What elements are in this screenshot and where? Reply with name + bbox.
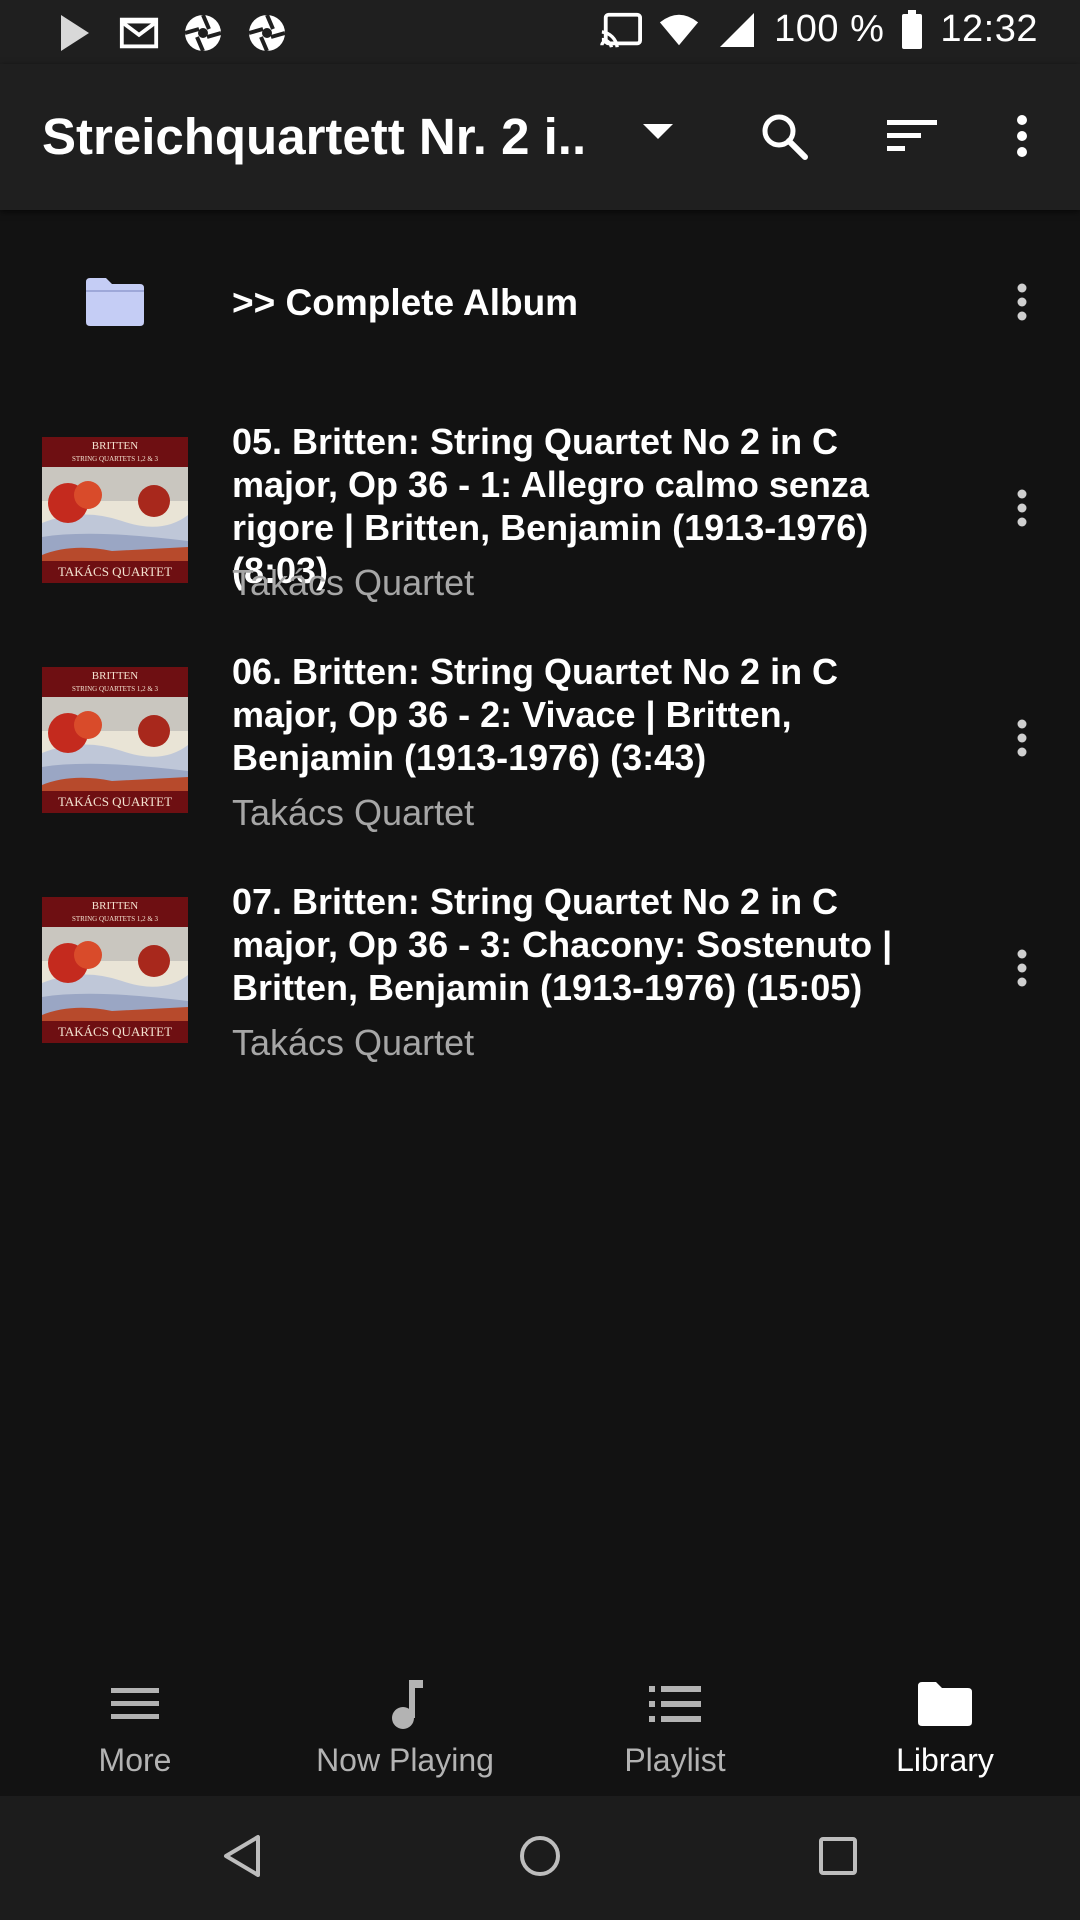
app-screen: 100 % 12:32 Streichquartett Nr. 2 i.. >>…: [0, 0, 1080, 1920]
search-icon: [759, 111, 809, 166]
overflow-menu-icon: [1017, 489, 1027, 532]
back-icon: [222, 1834, 262, 1883]
nav-more[interactable]: More: [0, 1640, 270, 1796]
bottom-navigation: More Now Playing Playlist Library: [0, 1640, 1080, 1796]
folder-icon: [917, 1676, 973, 1732]
nav-playlist[interactable]: Playlist: [540, 1640, 810, 1796]
track-title: 07. Britten: String Quartet No 2 in C ma…: [232, 881, 893, 1008]
signal-icon: [716, 9, 758, 51]
cover-bottom-text: TAKÁCS QUARTET: [58, 794, 172, 809]
page-title: Streichquartett Nr. 2 i..: [42, 108, 587, 165]
track-artist: Takács Quartet: [232, 562, 475, 603]
cover-bottom-text: TAKÁCS QUARTET: [58, 1024, 172, 1039]
home-icon: [518, 1834, 562, 1883]
battery-percentage: 100 %: [774, 8, 885, 50]
complete-album-more-button[interactable]: [1000, 274, 1044, 334]
overflow-menu-icon: [1016, 114, 1028, 163]
nav-library[interactable]: Library: [810, 1640, 1080, 1796]
nav-playlist-label: Playlist: [624, 1742, 726, 1778]
battery-icon: [900, 9, 924, 51]
album-cover: BRITTEN STRING QUARTETS 1,2 & 3 TAKÁCS Q…: [42, 667, 188, 813]
complete-album-row[interactable]: >> Complete Album: [0, 260, 1080, 370]
wifi-icon: [658, 9, 700, 51]
album-cover: BRITTEN STRING QUARTETS 1,2 & 3 TAKÁCS Q…: [42, 897, 188, 1043]
track-more-button[interactable]: [1000, 710, 1044, 770]
track-artist: Takács Quartet: [232, 1022, 475, 1063]
sort-icon: [887, 118, 937, 159]
cover-top-text: BRITTEN: [92, 670, 138, 682]
toolbar: Streichquartett Nr. 2 i..: [0, 64, 1080, 210]
nav-now-playing[interactable]: Now Playing: [270, 1640, 540, 1796]
folder-icon: [86, 278, 144, 330]
cover-bottom-text: TAKÁCS QUARTET: [58, 564, 172, 579]
recents-icon: [818, 1836, 858, 1881]
nav-now-playing-label: Now Playing: [316, 1742, 494, 1778]
notification-icons: [54, 12, 288, 54]
nav-more-label: More: [98, 1742, 172, 1778]
track-more-button[interactable]: [1000, 940, 1044, 1000]
search-button[interactable]: [752, 106, 816, 170]
overflow-menu-icon: [1017, 283, 1027, 326]
cover-sub-text: STRING QUARTETS 1,2 & 3: [72, 455, 159, 463]
sort-button[interactable]: [880, 106, 944, 170]
cover-top-text: BRITTEN: [92, 440, 138, 452]
overflow-menu-icon: [1017, 949, 1027, 992]
recents-button[interactable]: [806, 1826, 870, 1890]
complete-album-label: >> Complete Album: [232, 282, 579, 323]
hamburger-icon: [107, 1676, 163, 1732]
track-row[interactable]: BRITTEN STRING QUARTETS 1,2 & 3 TAKÁCS Q…: [0, 420, 1080, 640]
aperture-icon: [182, 12, 224, 54]
title-dropdown-button[interactable]: [630, 106, 686, 162]
cover-top-text: BRITTEN: [92, 900, 138, 912]
overflow-menu-button[interactable]: [1000, 106, 1044, 170]
gmail-icon: [118, 12, 160, 54]
clock: 12:32: [940, 8, 1038, 50]
track-more-button[interactable]: [1000, 480, 1044, 540]
nav-library-label: Library: [896, 1742, 994, 1778]
home-button[interactable]: [508, 1826, 572, 1890]
album-cover: BRITTEN STRING QUARTETS 1,2 & 3 TAKÁCS Q…: [42, 437, 188, 583]
back-button[interactable]: [210, 1826, 274, 1890]
system-status: 100 % 12:32: [600, 8, 1038, 51]
track-row[interactable]: BRITTEN STRING QUARTETS 1,2 & 3 TAKÁCS Q…: [0, 880, 1080, 1100]
dropdown-arrow-icon: [643, 123, 673, 145]
play-store-icon: [54, 12, 96, 54]
cover-sub-text: STRING QUARTETS 1,2 & 3: [72, 915, 159, 923]
cover-sub-text: STRING QUARTETS 1,2 & 3: [72, 685, 159, 693]
track-title: 06. Britten: String Quartet No 2 in C ma…: [232, 651, 839, 778]
overflow-menu-icon: [1017, 719, 1027, 762]
music-note-icon: [377, 1676, 433, 1732]
aperture-icon: [246, 12, 288, 54]
track-row[interactable]: BRITTEN STRING QUARTETS 1,2 & 3 TAKÁCS Q…: [0, 650, 1080, 870]
track-artist: Takács Quartet: [232, 792, 475, 833]
list-icon: [647, 1676, 703, 1732]
status-bar: 100 % 12:32: [0, 0, 1080, 64]
system-navigation-bar: [0, 1796, 1080, 1920]
cast-icon: [600, 9, 643, 51]
